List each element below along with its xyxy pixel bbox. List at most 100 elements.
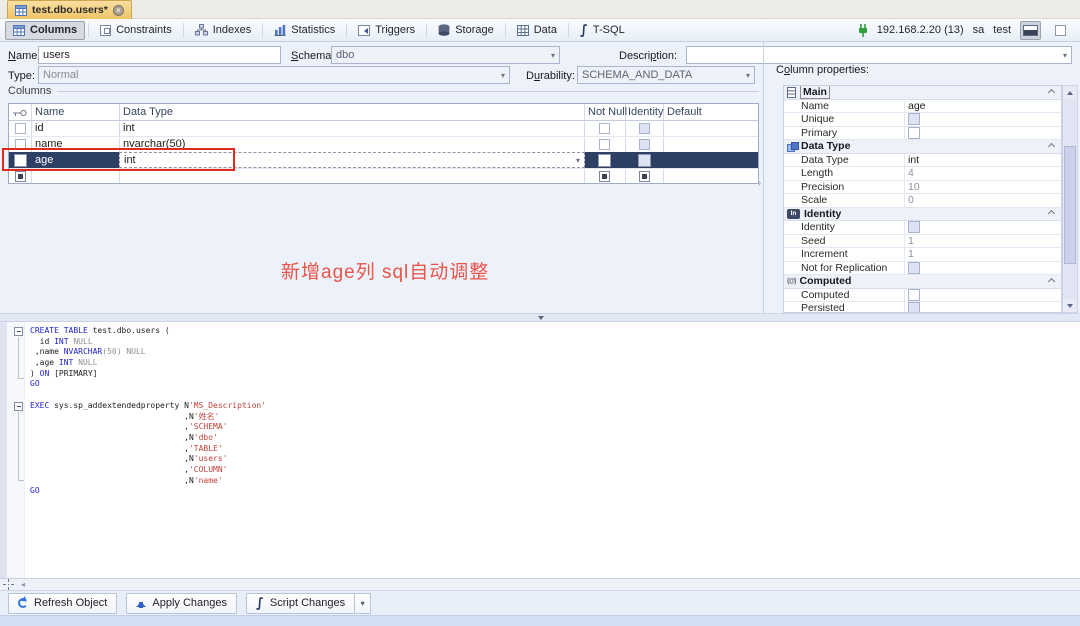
chevron-down-icon: ▾	[1062, 50, 1067, 60]
tab-columns-label: Columns	[30, 24, 78, 36]
tab-constraints[interactable]: Constraints	[92, 21, 180, 40]
sql-code: CREATE TABLE test.dbo.users ( id INT NUL…	[30, 326, 266, 497]
durability-select[interactable]: SCHEMA_AND_DATA ▾	[577, 66, 755, 84]
cell-name[interactable]: id	[35, 120, 44, 136]
tab-statistics[interactable]: Statistics	[266, 21, 343, 40]
sql-line: GO	[30, 379, 40, 389]
footer-toolbar: Refresh Object Apply Changes ∫ Script Ch…	[0, 590, 1080, 615]
script-changes-dropdown[interactable]: ▾	[355, 592, 372, 614]
identity-checkbox[interactable]	[639, 171, 650, 182]
computed-checkbox[interactable]	[908, 288, 920, 301]
row-select-checkbox[interactable]	[15, 123, 26, 134]
section-computed[interactable]: (@) Computed	[784, 275, 1061, 289]
collapse-left-icon[interactable]: ◂	[21, 580, 25, 589]
cell-data-type[interactable]: int	[123, 120, 135, 136]
sql-line: ,age INT NULL	[30, 358, 98, 368]
grid-column-line	[584, 104, 585, 183]
tab-data[interactable]: Data	[509, 21, 565, 40]
fold-toggle-icon[interactable]	[14, 402, 23, 411]
scroll-down-icon	[1067, 303, 1073, 311]
chevron-down-icon[interactable]: ▾	[576, 156, 580, 165]
panel-resize-bar[interactable]: ◂	[0, 578, 1080, 590]
section-identity[interactable]: In Identity	[784, 207, 1061, 221]
identity-checkbox[interactable]	[639, 139, 650, 150]
not-null-checkbox[interactable]	[599, 139, 610, 150]
scrollbar-thumb[interactable]	[1064, 146, 1076, 264]
fold-toggle-icon[interactable]	[14, 327, 23, 336]
columns-group-label: Columns	[8, 85, 52, 97]
tab-columns[interactable]: Columns	[5, 20, 86, 40]
description-input[interactable]: ▾	[686, 46, 1072, 64]
primary-checkbox[interactable]	[908, 126, 920, 139]
identity-checkbox[interactable]	[908, 221, 920, 234]
tab-storage-label: Storage	[455, 24, 494, 36]
editor-layout-button[interactable]	[1020, 20, 1041, 40]
storage-database-icon	[438, 24, 450, 36]
toolbar-separator	[504, 22, 506, 38]
type-select[interactable]: Normal ▾	[38, 66, 510, 84]
scroll-up-button[interactable]	[1063, 86, 1077, 99]
description-label: Description:	[619, 50, 678, 62]
unique-checkbox[interactable]	[908, 113, 920, 126]
properties-scrollbar[interactable]	[1062, 85, 1078, 313]
vertical-splitter[interactable]	[763, 42, 764, 313]
tab-indexes-label: Indexes	[212, 24, 252, 36]
sql-line: id INT NULL	[30, 336, 93, 346]
persisted-checkbox[interactable]	[908, 302, 920, 312]
triggers-icon	[358, 24, 371, 36]
not-for-replication-checkbox[interactable]	[908, 261, 920, 274]
red-highlight-annotation	[2, 148, 235, 171]
splitter-handle-icon	[3, 579, 14, 590]
splitter-collapse-icon[interactable]: ›	[758, 178, 761, 188]
table-editor-window: test.dbo.users* × Columns Constraints In…	[0, 0, 1080, 626]
tab-triggers[interactable]: Triggers	[350, 21, 423, 40]
collapse-icon[interactable]	[1047, 88, 1056, 96]
sql-line: ,name NVARCHAR(50) NULL	[30, 347, 146, 357]
collapse-icon[interactable]	[1047, 142, 1056, 150]
window-layout-button[interactable]	[1050, 21, 1071, 40]
document-tab-users[interactable]: test.dbo.users* ×	[7, 0, 132, 19]
sql-preview-editor[interactable]: CREATE TABLE test.dbo.users ( id INT NUL…	[0, 322, 1080, 578]
collapse-icon[interactable]	[1047, 210, 1056, 218]
not-null-checkbox[interactable]	[599, 123, 610, 134]
header-not-null: Not Null	[588, 106, 628, 118]
tab-tsql[interactable]: ∫ T-SQL	[572, 21, 633, 40]
sql-line: ,N'users'	[30, 454, 228, 464]
refresh-icon	[18, 598, 28, 608]
not-null-checkbox[interactable]	[598, 153, 611, 167]
identity-checkbox[interactable]	[639, 123, 650, 134]
section-main[interactable]: Main	[784, 86, 1061, 100]
tab-indexes[interactable]: Indexes	[187, 21, 260, 40]
horizontal-splitter[interactable]	[0, 313, 1080, 322]
close-icon[interactable]: ×	[112, 4, 124, 16]
table-name-input[interactable]: users	[38, 46, 281, 64]
prop-row-unique: Unique	[784, 113, 1061, 127]
schema-select[interactable]: dbo ▾	[331, 46, 560, 64]
toolbar-separator	[426, 22, 428, 38]
identity-section-icon: In	[787, 208, 800, 219]
section-data-type[interactable]: Data Type	[784, 140, 1061, 154]
grid-row-line	[9, 136, 758, 137]
new-row-indicator[interactable]	[15, 171, 26, 182]
prop-row-computed: Computed	[784, 288, 1061, 302]
connection-plug-icon	[858, 23, 867, 37]
window-icon	[1055, 24, 1066, 36]
scroll-up-icon	[1067, 88, 1073, 95]
prop-row-seed: Seed 1	[784, 234, 1061, 248]
not-null-checkbox[interactable]	[599, 171, 610, 182]
tab-storage[interactable]: Storage	[430, 21, 502, 40]
collapse-icon[interactable]	[1047, 277, 1056, 285]
sql-line: ,'SCHEMA'	[30, 422, 228, 432]
sql-line: ,'TABLE'	[30, 443, 223, 453]
refresh-object-button[interactable]: Refresh Object	[8, 592, 118, 614]
apply-changes-button[interactable]: Apply Changes	[126, 592, 237, 614]
name-label: Name:	[8, 50, 41, 62]
scroll-down-button[interactable]	[1063, 299, 1077, 312]
sql-line: CREATE TABLE test.dbo.users (	[30, 326, 170, 335]
data-type-section-icon	[787, 141, 799, 152]
script-changes-button[interactable]: ∫ Script Changes	[245, 592, 356, 614]
data-grid-icon	[516, 24, 529, 36]
identity-checkbox[interactable]	[638, 153, 651, 167]
computed-section-icon: (@)	[787, 277, 796, 285]
columns-group-line	[57, 91, 759, 92]
